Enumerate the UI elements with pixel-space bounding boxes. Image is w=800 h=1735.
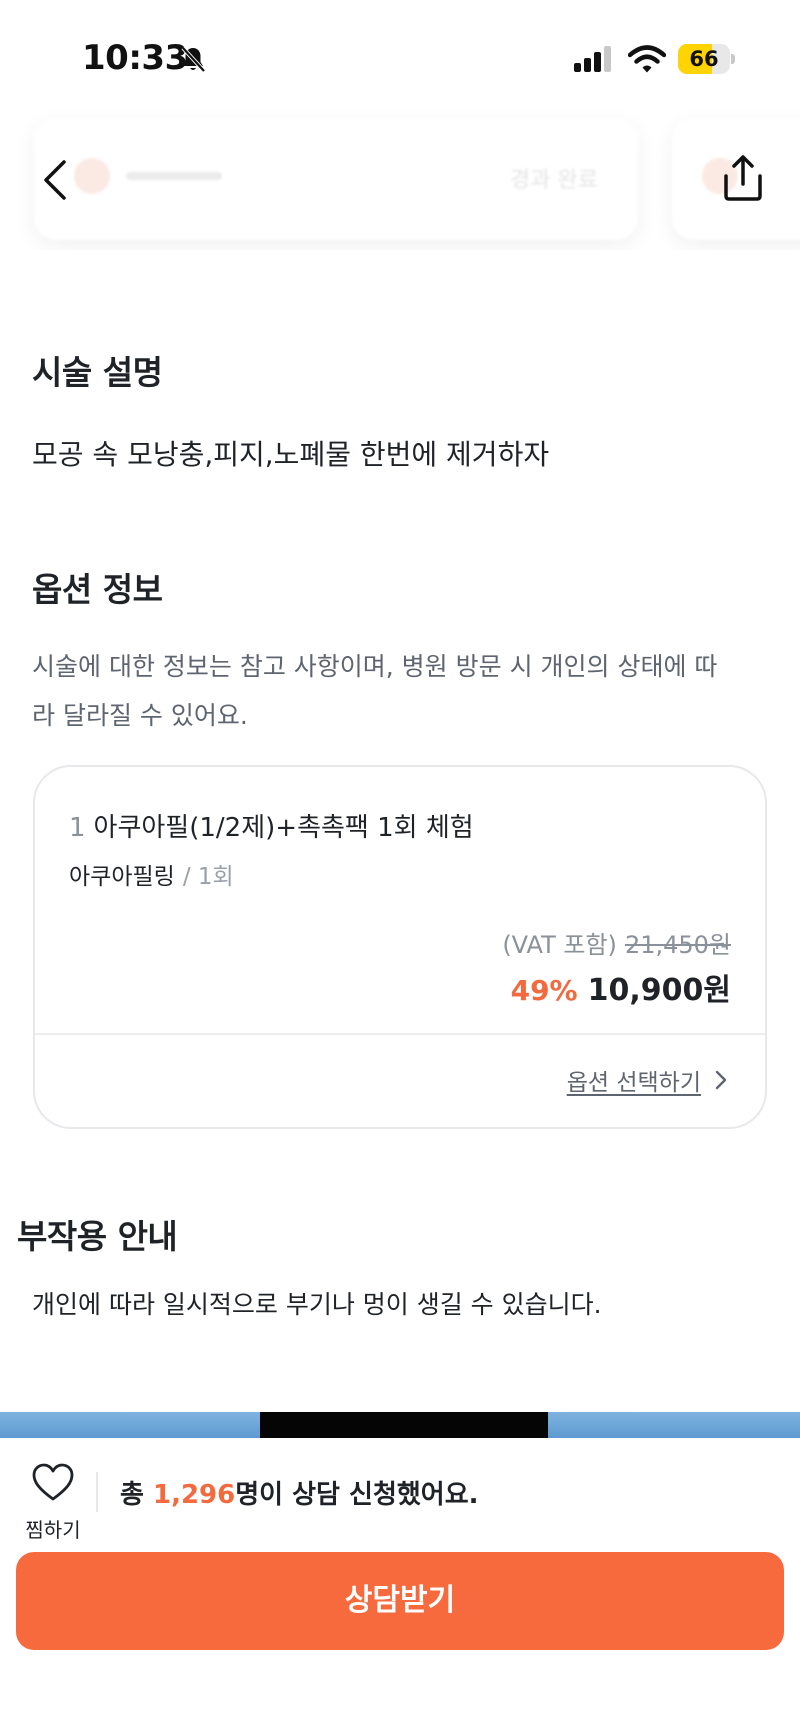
option-vat-label: (VAT 포함) (502, 931, 617, 959)
option-card[interactable]: 1 아쿠아필(1/2제)+촉촉팩 1회 체험 아쿠아필링 / 1회 (VAT 포함)… (33, 765, 767, 1129)
cellular-signal-icon (574, 46, 611, 72)
consult-suffix: 명이 상담 신청했어요. (235, 1480, 479, 1510)
option-divider (35, 1033, 765, 1035)
consult-count-number: 1,296 (152, 1480, 236, 1510)
option-number: 1 (69, 813, 86, 843)
content-image-peek (0, 1412, 800, 1438)
option-count: / 1회 (182, 864, 234, 890)
bell-off-icon (181, 46, 206, 73)
options-title: 옵션 정보 (32, 570, 163, 609)
like-button[interactable]: 찜하기 (18, 1450, 88, 1542)
status-bar: 10:33 66 (0, 0, 800, 110)
option-price-row: 49% 10,900원 (511, 965, 731, 1009)
carousel-status: 경과 완료 (510, 168, 598, 193)
option-vat-row: (VAT 포함) 21,450원 (502, 925, 731, 960)
content-image-dark-band (260, 1412, 548, 1438)
description-title: 시술 설명 (32, 353, 163, 392)
status-time: 10:33 (82, 38, 188, 78)
carousel-card: 경과 완료 (34, 118, 638, 240)
carousel-text-placeholder (126, 172, 222, 180)
consult-prefix: 총 (120, 1480, 153, 1510)
chevron-right-icon (715, 1070, 727, 1090)
option-discount: 49% (510, 974, 578, 1007)
options-notice-line: 시술에 대한 정보는 참고 사항이며, 병원 방문 시 개인의 상태에 따 (32, 652, 718, 681)
battery-icon: 66 (678, 44, 735, 74)
battery-level: 66 (689, 47, 719, 71)
option-select-link[interactable]: 옵션 선택하기 (567, 1063, 729, 1097)
share-button[interactable] (720, 152, 766, 204)
description-text: 모공 속 모낭충,피지,노폐물 한번에 제거하자 (32, 438, 550, 471)
consult-button[interactable]: 상담받기 (16, 1552, 784, 1650)
consult-count-text: 총 1,296명이 상담 신청했어요. (120, 1474, 479, 1511)
heart-icon (32, 1463, 74, 1501)
option-category-row: 아쿠아필링 / 1회 (69, 857, 234, 891)
option-original-price: 21,450원 (624, 931, 731, 959)
top-navigation: 경과 완료 (0, 110, 800, 250)
options-notice: 시술에 대한 정보는 참고 사항이며, 병원 방문 시 개인의 상태에 따 라 … (32, 642, 762, 740)
option-category: 아쿠아필링 (69, 864, 175, 890)
bottom-bar-divider (96, 1472, 98, 1512)
carousel-avatar (74, 158, 110, 194)
back-button[interactable] (36, 154, 76, 206)
side-effects-title: 부작용 안내 (17, 1217, 178, 1256)
option-name: 아쿠아필(1/2제)+촉촉팩 1회 체험 (93, 813, 474, 843)
option-select-label[interactable]: 옵션 선택하기 (567, 1063, 701, 1097)
wifi-icon (628, 45, 666, 73)
option-title: 1 아쿠아필(1/2제)+촉촉팩 1회 체험 (69, 807, 474, 844)
options-notice-line: 라 달라질 수 있어요. (32, 701, 248, 730)
bottom-action-bar: 찜하기 총 1,296명이 상담 신청했어요. 상담받기 (0, 1438, 800, 1735)
like-label: 찜하기 (25, 1518, 81, 1542)
option-price: 10,900원 (587, 973, 731, 1008)
side-effects-text: 개인에 따라 일시적으로 부기나 멍이 생길 수 있습니다. (32, 1290, 602, 1319)
